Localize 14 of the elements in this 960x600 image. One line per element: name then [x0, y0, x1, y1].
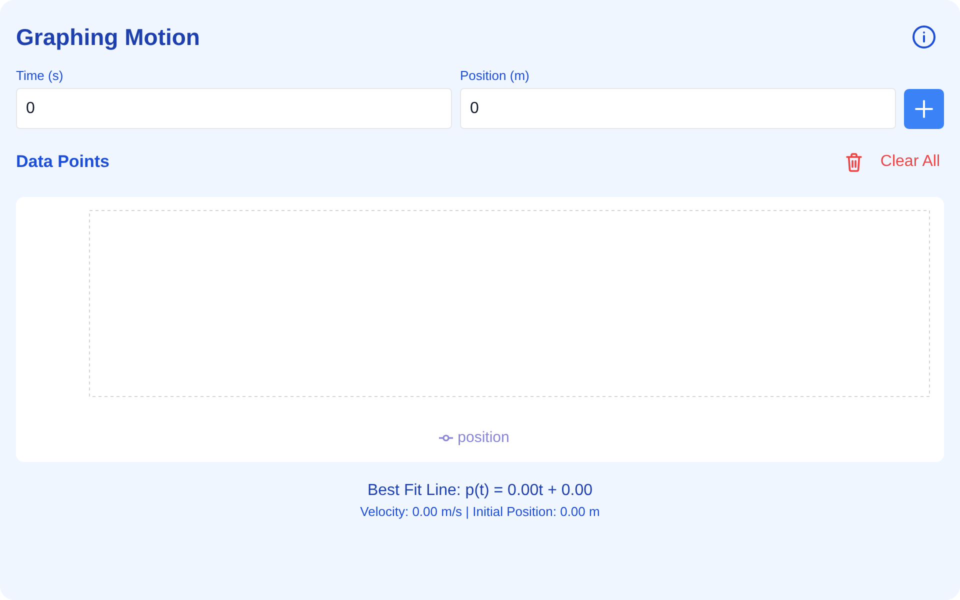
legend-label: position — [458, 429, 510, 447]
info-icon — [912, 25, 936, 49]
field-label: Position (m) — [460, 68, 530, 84]
number-input[interactable]: 0 — [460, 88, 896, 129]
plus-icon — [914, 99, 934, 119]
add-button[interactable] — [904, 89, 944, 129]
best-fit-details: Velocity: 0.00 m/s | Initial Position: 0.00 m — [360, 504, 600, 520]
trash-icon — [846, 152, 862, 172]
section-title: Data Points — [16, 152, 110, 172]
number-input[interactable]: 0 — [16, 88, 452, 129]
field-label: Time (s) — [16, 68, 64, 84]
info-button[interactable] — [912, 25, 936, 49]
page-title: Graphing Motion — [16, 23, 200, 52]
best-fit-equation: Best Fit Line: p(t) = 0.00t + 0.00 — [367, 481, 592, 501]
